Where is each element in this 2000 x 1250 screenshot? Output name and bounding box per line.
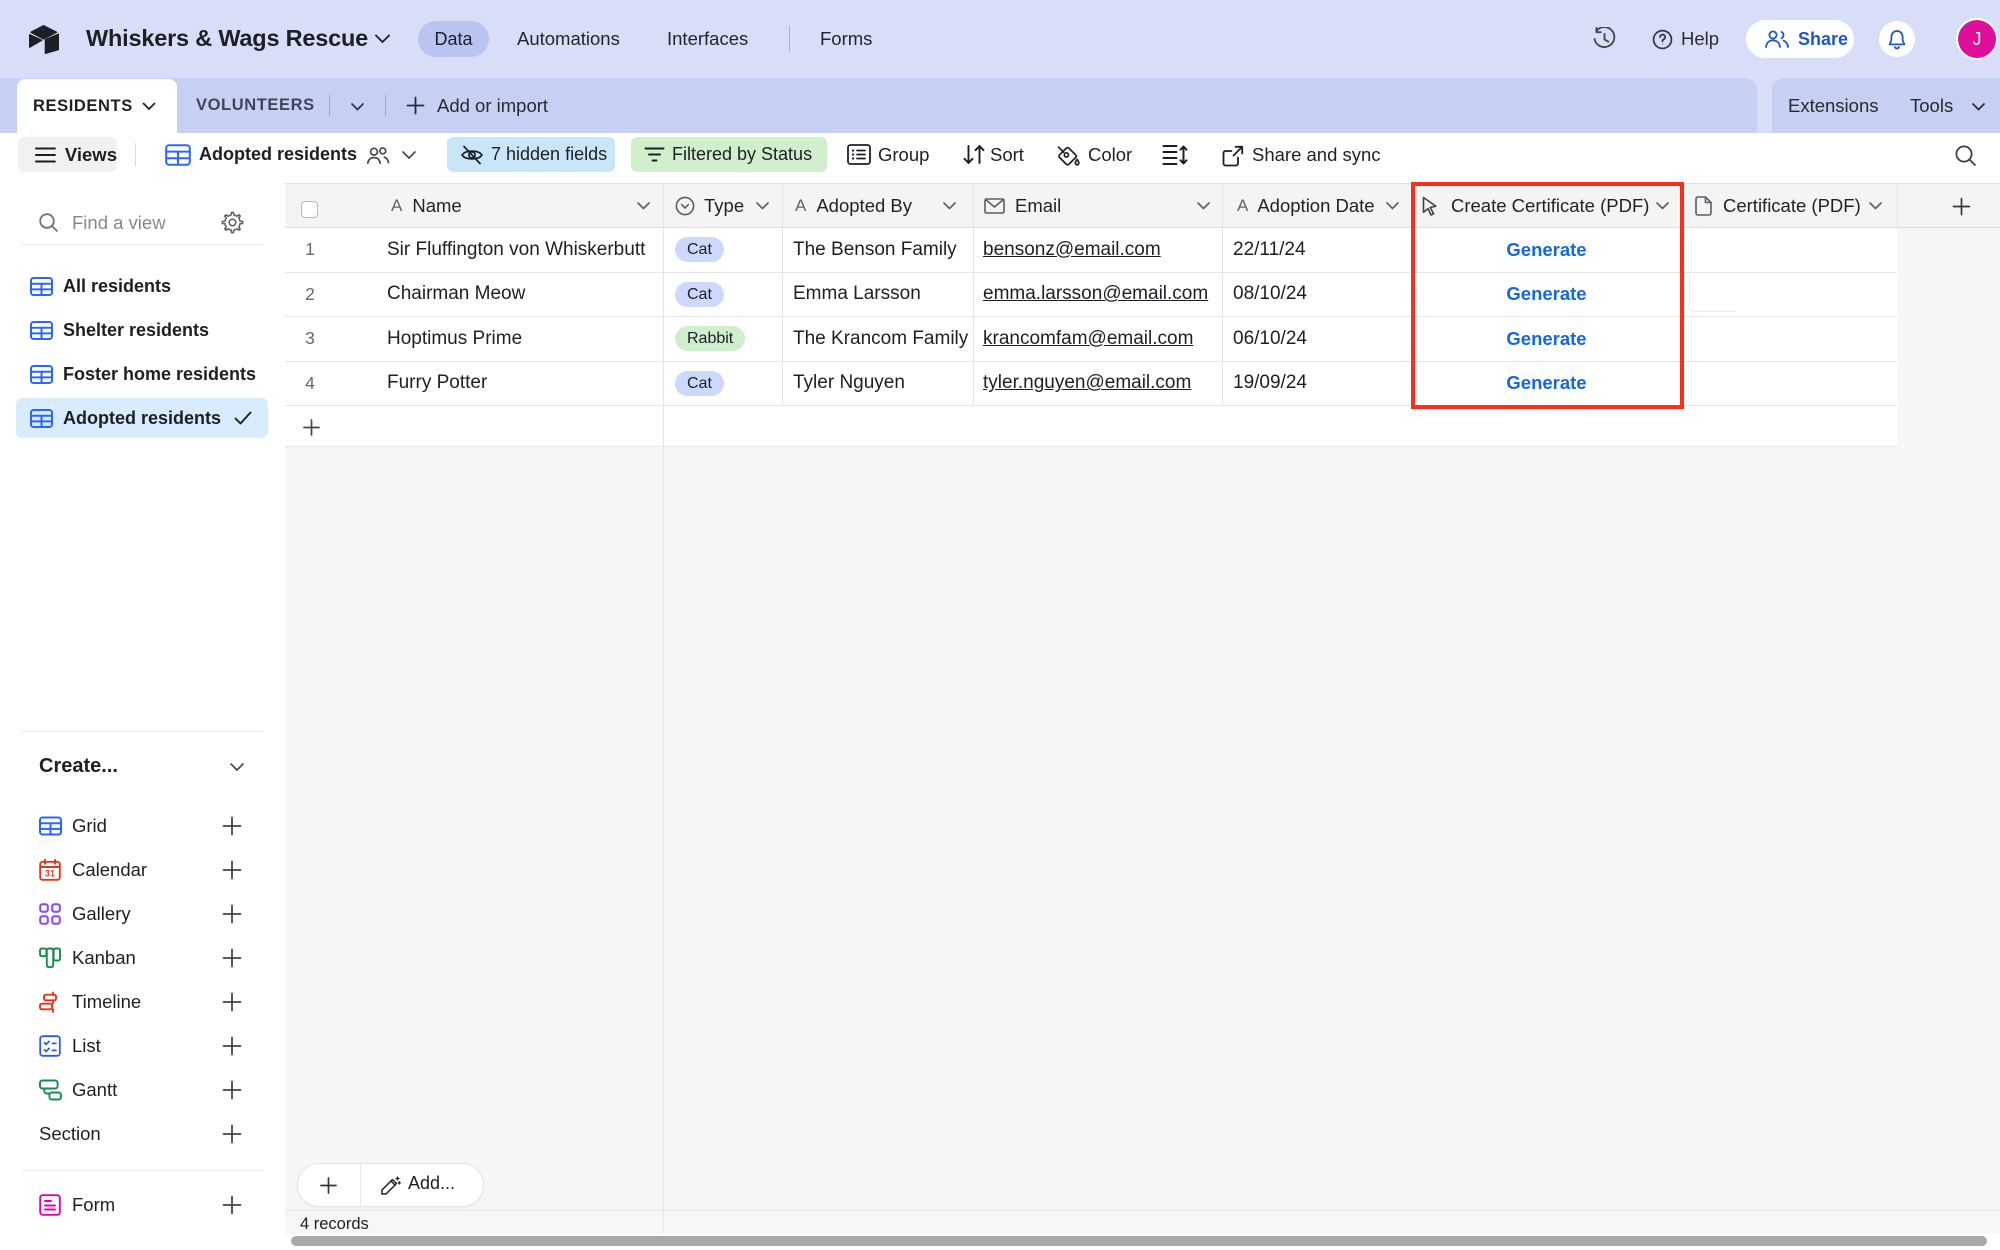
svg-text:31: 31	[45, 869, 55, 879]
